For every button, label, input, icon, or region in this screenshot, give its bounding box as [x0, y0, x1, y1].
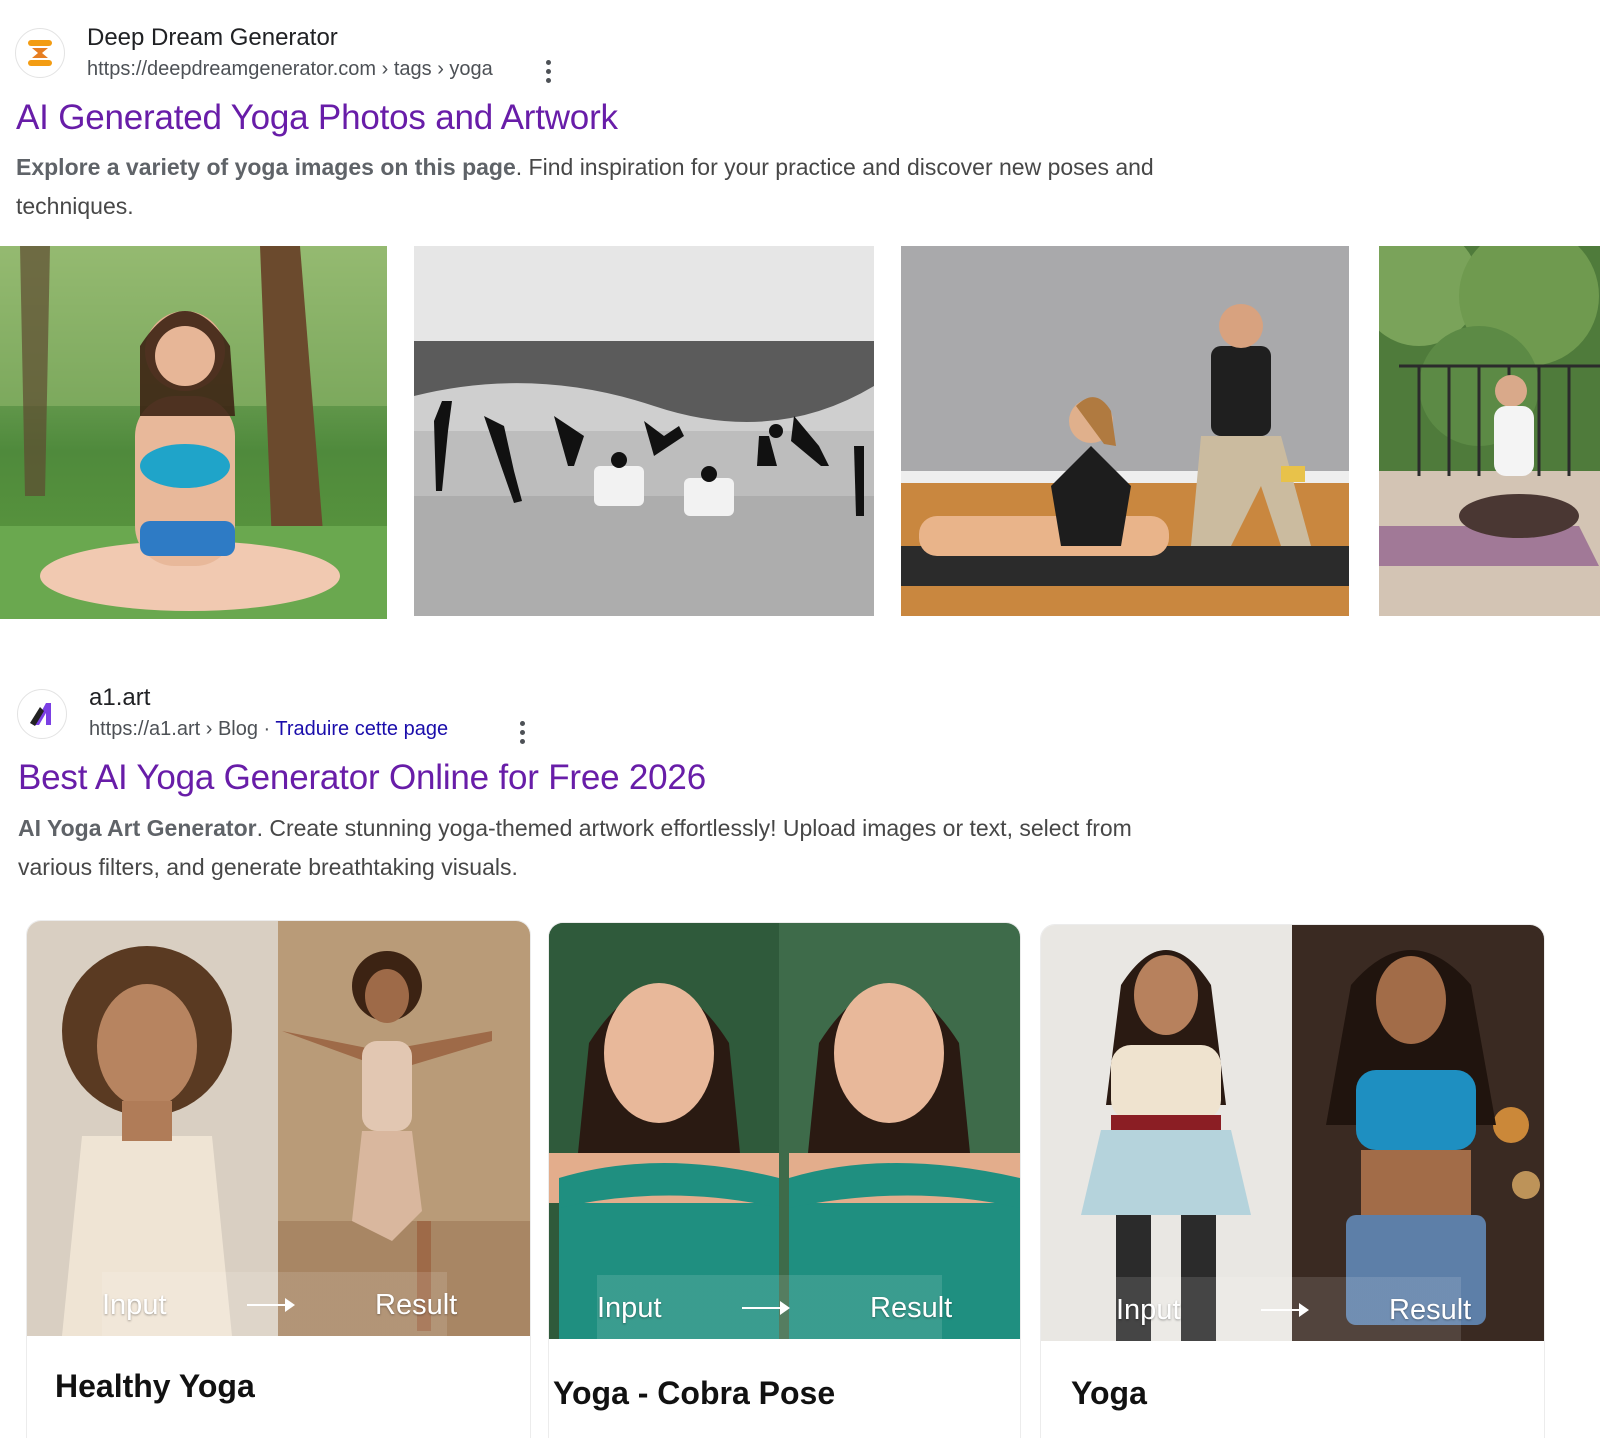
card-image: Input Result: [27, 921, 530, 1336]
result-label: Result: [870, 1292, 953, 1324]
result-snippet: AI Yoga Art Generator. Create stunning y…: [18, 809, 1208, 887]
input-label: Input: [597, 1292, 662, 1324]
result-snippet: Explore a variety of yoga images on this…: [16, 148, 1166, 226]
result-title[interactable]: Best AI Yoga Generator Online for Free 2…: [18, 758, 706, 798]
example-card[interactable]: Input Result Yoga - Cobra Pose: [549, 923, 1020, 1438]
image-thumbnail[interactable]: [1379, 246, 1600, 616]
example-card[interactable]: Input Result Yoga: [1041, 925, 1544, 1438]
a1-logo-icon: [30, 703, 51, 726]
card-title: Healthy Yoga: [55, 1368, 255, 1404]
deep-dream-favicon[interactable]: [15, 28, 65, 78]
image-thumbnail[interactable]: [0, 246, 387, 619]
example-card[interactable]: Input Result Healthy Yoga: [27, 921, 530, 1438]
result-title[interactable]: AI Generated Yoga Photos and Artwork: [16, 98, 618, 138]
deep-dream-logo-icon: [28, 40, 52, 66]
image-thumbnail[interactable]: [414, 246, 874, 616]
input-label: Input: [102, 1289, 167, 1321]
site-name[interactable]: Deep Dream Generator: [87, 24, 338, 52]
site-name[interactable]: a1.art: [89, 684, 150, 712]
arrow-right-icon: [742, 1301, 790, 1315]
site-url[interactable]: https://deepdreamgenerator.com › tags › …: [87, 58, 493, 81]
more-options-icon[interactable]: [538, 56, 558, 86]
card-image: Input Result: [549, 923, 1020, 1339]
a1-art-favicon[interactable]: [17, 689, 67, 739]
result-label: Result: [1389, 1294, 1472, 1326]
site-url[interactable]: https://a1.art › Blog · Traduire cette p…: [89, 718, 448, 741]
snippet-bold: Explore a variety of yoga images on this…: [16, 154, 516, 180]
card-title: Yoga - Cobra Pose: [553, 1375, 836, 1411]
input-label: Input: [1116, 1294, 1181, 1326]
result-label: Result: [375, 1289, 458, 1321]
card-title: Yoga: [1071, 1375, 1147, 1411]
snippet-bold: AI Yoga Art Generator: [18, 815, 257, 841]
more-options-icon[interactable]: [512, 717, 532, 747]
image-thumbnail[interactable]: [901, 246, 1349, 616]
card-image: Input Result: [1041, 925, 1544, 1341]
site-url-path: https://a1.art › Blog: [89, 718, 258, 740]
translate-page-link[interactable]: Traduire cette page: [275, 718, 448, 740]
arrow-right-icon: [1261, 1303, 1309, 1317]
arrow-right-icon: [247, 1298, 295, 1312]
